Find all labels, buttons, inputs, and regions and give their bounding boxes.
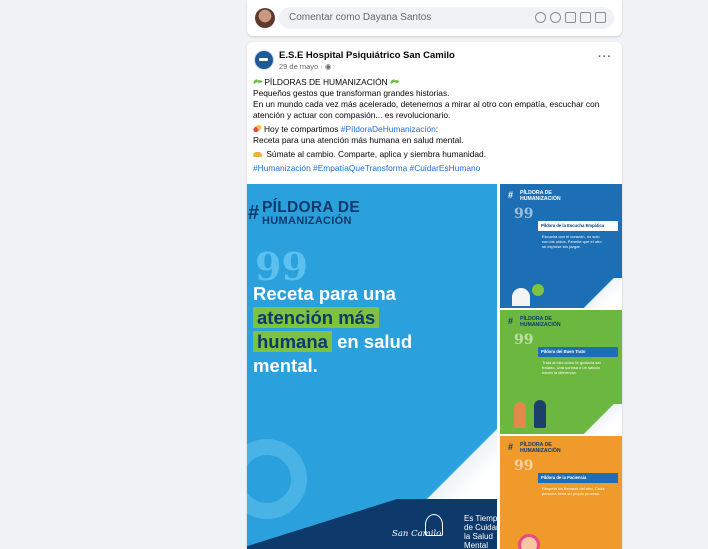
feed-post: E.S.E Hospital Psiquiátrico San Camilo 2… — [247, 42, 622, 549]
headline-line-2: en salud — [331, 331, 413, 352]
side-image-2[interactable]: # PÍLDORA DE HUMANIZACIÓN 99 Píldora del… — [500, 310, 622, 434]
post-line-3-suffix: : — [435, 124, 439, 134]
sticker-icon[interactable] — [535, 12, 546, 23]
page-curl — [412, 429, 497, 509]
headline-highlight-2: humana — [253, 331, 332, 352]
side-card-title: Píldora de la Escucha Empática — [538, 221, 618, 231]
page-curl — [577, 278, 622, 308]
hash-logo-icon: # — [508, 442, 514, 452]
footer-logo-text: San Camilo — [392, 529, 442, 539]
side-card-text: Trata al otro como te gustaría ser trata… — [542, 360, 601, 375]
person-illustration — [534, 400, 546, 428]
page-curl — [577, 404, 622, 434]
post-line-3: Hoy te compartimos #PíldoraDeHumanizació… — [252, 123, 613, 135]
post-date-text: 29 de mayo · — [279, 62, 325, 71]
side-image-3[interactable]: # PÍLDORA DE HUMANIZACIÓN 99 Píldora de … — [500, 436, 622, 549]
side-card-title: Píldora de la Paciencia — [538, 473, 618, 483]
person-illustration — [514, 402, 526, 428]
image-subtitle: HUMANIZACIÓN — [262, 215, 352, 227]
post-timestamp[interactable]: 29 de mayo · ◉ — [279, 62, 331, 71]
comment-placeholder: Comentar como Dayana Santos — [289, 12, 432, 23]
gif-icon[interactable] — [580, 12, 591, 23]
image-headline: Receta para una atención más humana en s… — [253, 282, 453, 378]
comment-composer: Comentar como Dayana Santos — [247, 0, 622, 36]
quote-icon: 99 — [514, 458, 534, 474]
post-line-1: Pequeños gestos que transforman grandes … — [253, 88, 450, 98]
comment-input[interactable]: Comentar como Dayana Santos — [279, 7, 614, 29]
quote-icon: 99 — [514, 206, 534, 222]
page-name[interactable]: E.S.E Hospital Psiquiátrico San Camilo — [279, 50, 455, 61]
hash-logo-icon — [247, 200, 259, 225]
globe-icon: ◉ — [324, 62, 332, 71]
sticker-alt-icon[interactable] — [595, 12, 606, 23]
sprout-icon — [390, 79, 399, 86]
person-illustration — [518, 534, 540, 549]
post-line-5-text: Súmate al cambio. Comparte, aplica y sie… — [266, 149, 487, 159]
footer-slogan: Es Tiempo de Cuidar la Salud Mental — [464, 514, 497, 549]
quote-icon: 99 — [514, 332, 534, 348]
headline-line-3: mental. — [253, 355, 318, 376]
sprout-icon — [253, 79, 262, 86]
headline-line-1: Receta para una — [253, 283, 396, 304]
side-title: PÍLDORA DE HUMANIZACIÓN — [520, 316, 561, 328]
camera-icon[interactable] — [565, 12, 576, 23]
hashtag-link[interactable]: #PíldoraDeHumanización — [341, 124, 436, 134]
side-card-title: Píldora del Buen Trato — [538, 347, 618, 357]
person-illustration — [532, 284, 544, 296]
avatar[interactable] — [255, 8, 275, 28]
side-card-text: Respeta los tiempos del otro. Cada perso… — [542, 486, 605, 496]
side-title: PÍLDORA DE HUMANIZACIÓN — [520, 190, 561, 202]
post-text: PÍLDORAS DE HUMANIZACIÓN Pequeños gestos… — [252, 77, 613, 174]
person-illustration — [512, 288, 530, 306]
post-line-4: Receta para una atención más humana en s… — [253, 135, 464, 145]
main-post-image[interactable]: PÍLDORA DE HUMANIZACIÓN 99 Receta para u… — [247, 184, 497, 549]
post-title-line: PÍLDORAS DE HUMANIZACIÓN — [253, 77, 613, 88]
post-line-3-text: Hoy te compartimos — [264, 124, 341, 134]
post-title: PÍLDORAS DE HUMANIZACIÓN — [264, 77, 388, 87]
headline-highlight-1: atención más — [253, 307, 380, 328]
post-line-5: Súmate al cambio. Comparte, aplica y sie… — [253, 149, 613, 160]
hash-logo-icon: # — [508, 190, 514, 200]
emoji-icon[interactable] — [550, 12, 561, 23]
post-media[interactable]: PÍLDORA DE HUMANIZACIÓN 99 Receta para u… — [247, 184, 622, 549]
hashtag-links[interactable]: #Humanización #EmpatíaQueTransforma #Cui… — [253, 163, 613, 174]
comment-tools — [535, 12, 606, 23]
side-image-1[interactable]: # PÍLDORA DE HUMANIZACIÓN 99 Píldora de … — [500, 184, 622, 308]
side-card-text: Escucha con el corazón, no solo con los … — [542, 234, 602, 249]
pill-icon — [252, 123, 263, 134]
post-line-2: En un mundo cada vez más acelerado, dete… — [253, 99, 600, 120]
handshake-icon — [253, 152, 262, 157]
hash-logo-icon: # — [508, 316, 514, 326]
more-options-button[interactable]: ··· — [598, 51, 612, 63]
page-avatar[interactable] — [254, 50, 274, 70]
side-title: PÍLDORA DE HUMANIZACIÓN — [520, 442, 561, 454]
decorative-ring — [247, 439, 307, 519]
